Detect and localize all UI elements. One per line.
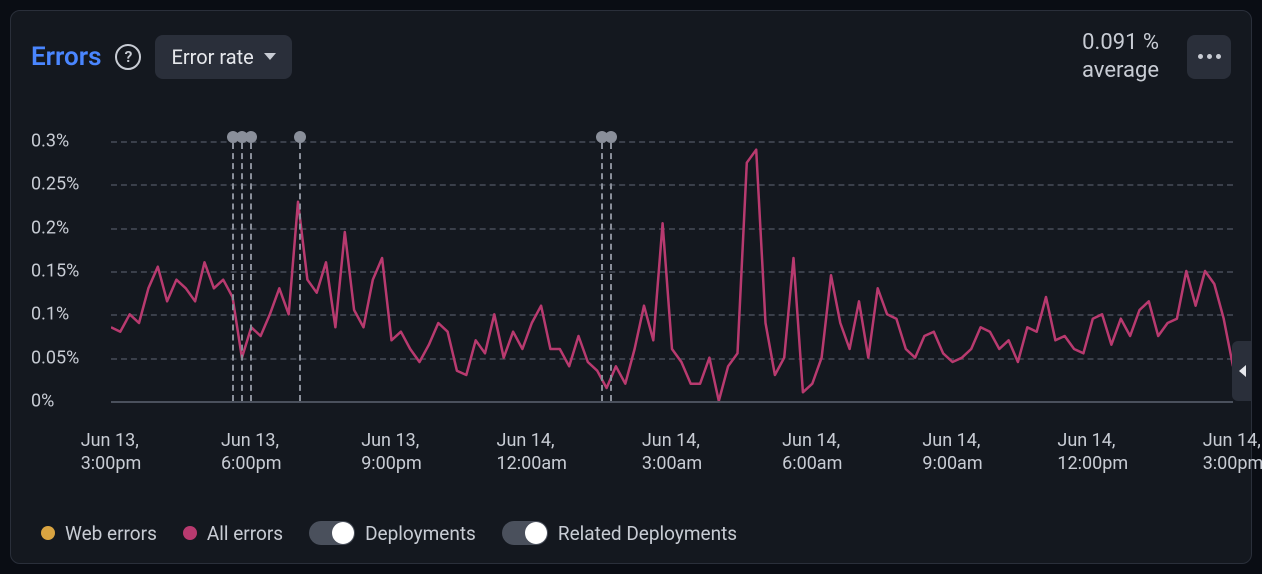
x-tick-label: Jun 14, 3:00am	[642, 429, 702, 476]
panel-title: Errors	[31, 42, 101, 72]
summary-label: average	[1082, 57, 1159, 85]
x-tick-label: Jun 13, 3:00pm	[81, 429, 142, 476]
deployment-marker-line	[610, 143, 612, 401]
swatch-all-errors	[183, 526, 197, 540]
x-tick-label: Jun 14, 12:00am	[497, 429, 567, 476]
x-tick-label: Jun 14, 6:00am	[782, 429, 842, 476]
deployment-marker-icon[interactable]	[605, 131, 617, 143]
x-tick-label: Jun 13, 9:00pm	[361, 429, 422, 476]
y-tick-label: 0.25%	[31, 174, 79, 195]
chart-area: 0%0.05%0.1%0.15%0.2%0.25%0.3%	[31, 141, 1233, 421]
panel-header: Errors ? Error rate 0.091 % average	[31, 29, 1231, 84]
y-tick-label: 0.2%	[31, 217, 69, 238]
legend-web-errors[interactable]: Web errors	[41, 522, 157, 545]
deployment-marker-icon[interactable]	[245, 131, 257, 143]
chart-plot[interactable]	[111, 141, 1233, 401]
side-collapse-tab[interactable]	[1232, 341, 1252, 401]
x-tick-label: Jun 14, 9:00am	[922, 429, 982, 476]
y-tick-label: 0.3%	[31, 131, 69, 152]
deployment-marker-line	[232, 143, 234, 401]
series-all-errors	[111, 150, 1233, 401]
chevron-down-icon	[264, 53, 276, 60]
y-tick-label: 0.15%	[31, 261, 79, 282]
panel-menu-button[interactable]	[1187, 35, 1231, 79]
x-tick-label: Jun 13, 6:00pm	[221, 429, 282, 476]
metric-dropdown-label: Error rate	[171, 45, 253, 69]
metric-dropdown[interactable]: Error rate	[155, 35, 291, 79]
legend-deployments: Deployments	[309, 521, 476, 545]
x-tick-label: Jun 14, 12:00pm	[1057, 429, 1128, 476]
deployment-marker-line	[241, 143, 243, 401]
x-tick-label: Jun 14, 3:00pm	[1203, 429, 1262, 476]
legend-related-deployments: Related Deployments	[502, 521, 737, 545]
x-axis-labels: Jun 13, 3:00pmJun 13, 6:00pmJun 13, 9:00…	[111, 429, 1231, 479]
toggle-deployments[interactable]	[309, 521, 355, 545]
help-icon[interactable]: ?	[115, 44, 141, 70]
summary-value: 0.091 %	[1082, 29, 1159, 57]
y-tick-label: 0.05%	[31, 347, 79, 368]
summary-block: 0.091 % average	[1082, 29, 1159, 84]
toggle-related-deployments[interactable]	[502, 521, 548, 545]
ellipsis-icon	[1198, 54, 1221, 59]
chart-legend: Web errors All errors Deployments Relate…	[41, 521, 737, 545]
errors-panel: Errors ? Error rate 0.091 % average 0% 0.…	[10, 10, 1252, 564]
grid-line	[111, 401, 1233, 403]
deployment-marker-line	[601, 143, 603, 401]
y-tick-label: 0%	[31, 391, 54, 412]
deployment-marker-line	[299, 143, 301, 401]
deployment-marker-line	[250, 143, 252, 401]
deployment-marker-icon[interactable]	[294, 131, 306, 143]
swatch-web-errors	[41, 526, 55, 540]
legend-all-errors[interactable]: All errors	[183, 522, 283, 545]
chevron-left-icon	[1239, 365, 1246, 377]
y-tick-label: 0.1%	[31, 304, 69, 325]
